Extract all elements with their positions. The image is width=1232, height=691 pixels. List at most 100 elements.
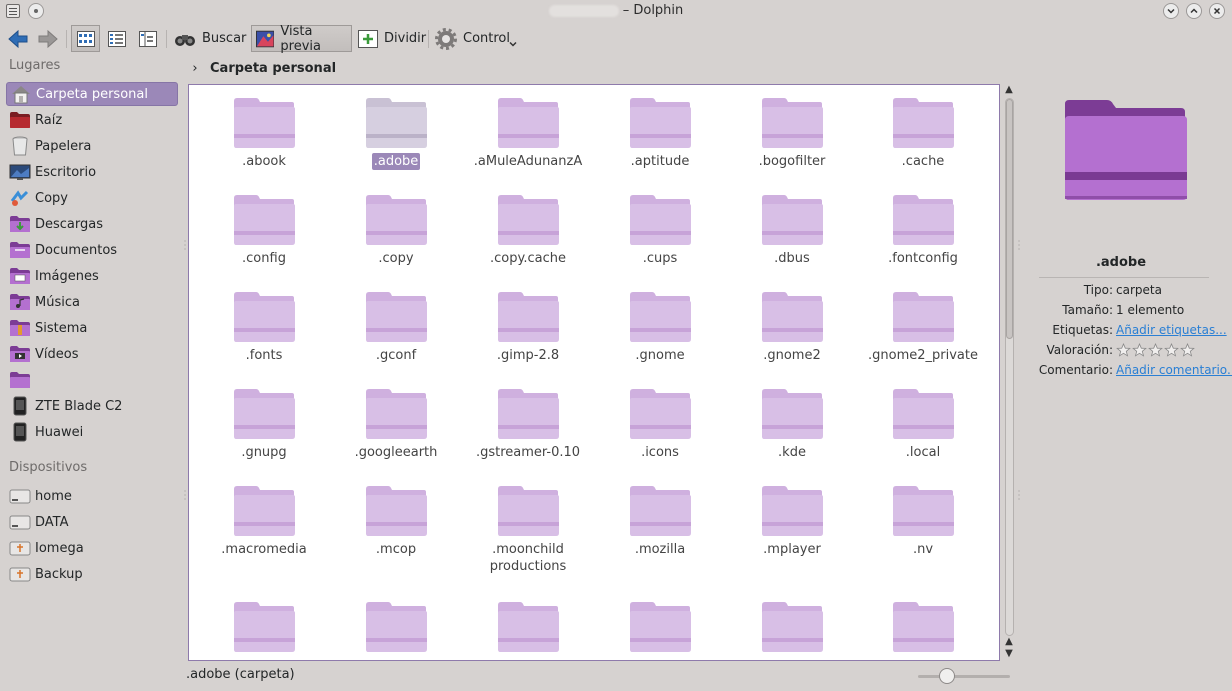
file-item[interactable]: .mcop [336,485,456,558]
columns-view-button[interactable] [135,25,161,52]
sidebar-item[interactable]: Papelera [6,134,178,158]
scroll-down-arrow[interactable]: ▼ [1002,648,1016,660]
file-item[interactable]: .aMuleAdunanzA [468,97,588,170]
breadcrumb-current[interactable]: Carpeta personal [210,61,336,76]
sidebar-item[interactable]: Música [6,290,178,314]
close-button[interactable] [1209,3,1225,19]
forward-button[interactable] [36,25,60,52]
scroll-up-arrow[interactable]: ▲ [1002,84,1016,96]
sidebar-item[interactable]: Raíz [6,108,178,132]
file-item[interactable] [863,601,983,653]
minimize-button[interactable] [1163,3,1179,19]
file-item[interactable] [204,601,324,653]
file-item[interactable]: .adobe [336,97,456,170]
file-view[interactable]: .abook .adobe .aMuleAdunanzA .aptitude .… [188,84,1000,661]
file-item[interactable]: .copy.cache [468,194,588,267]
toolbar-overflow-button[interactable] [508,30,518,57]
music-folder-icon [9,292,31,312]
sidebar-item[interactable]: Huawei [6,420,178,444]
sidebar-item[interactable]: ZTE Blade C2 [6,394,178,418]
file-item[interactable]: .gconf [336,291,456,364]
sidebar-item[interactable] [6,368,178,392]
sidebar-item[interactable]: Imágenes [6,264,178,288]
file-item[interactable]: .fonts [204,291,324,364]
zoom-slider-track[interactable] [918,675,1010,678]
scroll-up-arrow-bottom[interactable]: ▲ [1002,636,1016,648]
rating-stars[interactable] [1116,343,1195,357]
control-button[interactable]: Control [435,25,510,52]
star-icon[interactable] [1116,343,1131,357]
file-item[interactable]: .cache [863,97,983,170]
file-item[interactable]: .config [204,194,324,267]
file-item[interactable]: .gimp-2.8 [468,291,588,364]
back-button[interactable] [6,25,30,52]
file-item[interactable]: .kde [732,388,852,461]
sidebar-item[interactable]: Vídeos [6,342,178,366]
sidebar-item[interactable]: Sistema [6,316,178,340]
sidebar-item[interactable]: Documentos [6,238,178,262]
file-item[interactable]: .icons [600,388,720,461]
star-icon[interactable] [1164,343,1179,357]
split-button[interactable]: Dividir [358,25,426,52]
file-item[interactable]: .gnome2 [732,291,852,364]
zoom-slider-handle[interactable] [939,668,955,684]
preview-button[interactable]: Vista previa [251,24,352,54]
file-item[interactable] [732,601,852,653]
file-item[interactable]: .macromedia [204,485,324,558]
vertical-scrollbar[interactable]: ▲ ▲ ▼ [1002,84,1016,661]
file-item[interactable] [600,601,720,653]
folder-icon [630,292,691,342]
file-item[interactable] [336,601,456,653]
file-item[interactable]: .gnupg [204,388,324,461]
file-item[interactable]: .googleearth [336,388,456,461]
file-item[interactable]: .moonchild productions [468,485,588,575]
device-item[interactable]: home [6,484,178,508]
file-item[interactable]: .nv [863,485,983,558]
file-item[interactable] [468,601,588,653]
scroll-thumb[interactable] [1006,99,1013,339]
file-item[interactable]: .gnome [600,291,720,364]
file-item[interactable]: .copy [336,194,456,267]
panel-splitter-handle[interactable]: · · · [183,488,187,504]
info-rating-label: Valoración: [1046,343,1113,357]
sidebar-item[interactable]: Carpeta personal [6,82,178,106]
breadcrumb[interactable]: › Carpeta personal [186,58,1001,78]
file-item[interactable]: .mplayer [732,485,852,558]
details-view-button[interactable] [104,25,130,52]
zoom-slider[interactable] [918,668,1010,684]
file-item[interactable]: .gstreamer-0.10 [468,388,588,461]
sidebar-item-label: home [35,488,72,504]
sidebar-item[interactable]: Copy [6,186,178,210]
file-name: .copy.cache [490,251,566,266]
star-icon[interactable] [1148,343,1163,357]
copy-app-icon [9,188,31,208]
sidebar-item[interactable]: Descargas [6,212,178,236]
search-button[interactable]: Buscar [174,25,246,52]
star-icon[interactable] [1132,343,1147,357]
file-item[interactable]: .local [863,388,983,461]
file-item[interactable]: .gnome2_private [863,291,983,364]
file-item[interactable]: .bogofilter [732,97,852,170]
file-item[interactable]: .abook [204,97,324,170]
folder-icon [893,389,954,439]
device-item[interactable]: DATA [6,510,178,534]
file-item[interactable]: .aptitude [600,97,720,170]
file-item[interactable]: .cups [600,194,720,267]
add-tags-link[interactable]: Añadir etiquetas... [1116,323,1227,337]
file-item[interactable]: .mozilla [600,485,720,558]
device-item[interactable]: Iomega [6,536,178,560]
file-name: .gstreamer-0.10 [475,445,581,460]
file-item[interactable]: .fontconfig [863,194,983,267]
sidebar-item[interactable]: Escritorio [6,160,178,184]
file-name: .macromedia [221,542,307,557]
panel-splitter-handle[interactable]: · · · [183,238,187,254]
icons-view-button[interactable] [71,25,100,52]
maximize-button[interactable] [1186,3,1202,19]
file-item[interactable]: .dbus [732,194,852,267]
folder-icon [234,195,295,245]
add-comment-link[interactable]: Añadir comentario... [1116,363,1232,377]
file-name: .gnupg [241,445,287,460]
device-item[interactable]: Backup [6,562,178,586]
star-icon[interactable] [1180,343,1195,357]
chevron-right-icon[interactable]: › [186,61,204,76]
